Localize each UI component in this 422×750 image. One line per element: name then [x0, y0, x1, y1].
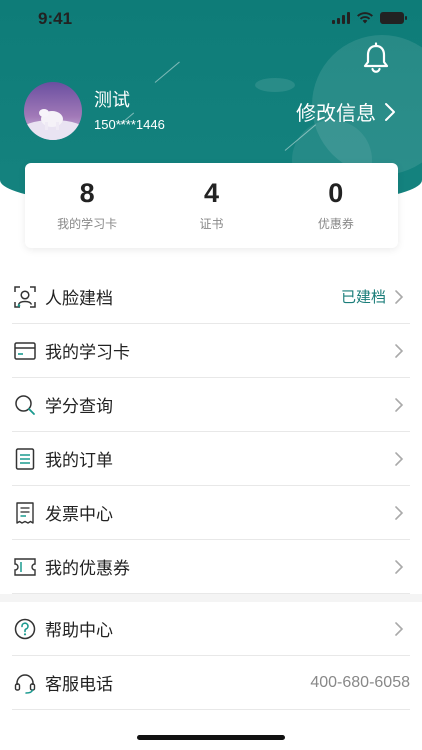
invoice-icon	[14, 501, 36, 524]
battery-icon	[380, 12, 407, 24]
chevron-right-icon	[395, 621, 404, 636]
user-name: 测试	[94, 90, 130, 111]
stat-value: 8	[79, 178, 95, 208]
menu-item-learning-card[interactable]: 我的学习卡	[12, 324, 410, 378]
stat-learning-cards[interactable]: 8 我的学习卡	[25, 163, 149, 248]
stat-certificates[interactable]: 4 证书	[149, 163, 273, 248]
chevron-right-icon	[395, 559, 404, 574]
edit-info-button[interactable]: 修改信息	[296, 97, 396, 126]
chevron-right-icon	[395, 343, 404, 358]
stat-value: 0	[328, 178, 344, 208]
stat-label: 优惠券	[317, 217, 354, 231]
status-icons	[332, 12, 407, 24]
menu-item-label: 我的学习卡	[45, 343, 130, 363]
search-icon	[14, 394, 36, 416]
menu-item-label: 我的订单	[45, 451, 113, 471]
wifi-icon	[357, 12, 373, 24]
menu-item-orders[interactable]: 我的订单	[12, 432, 410, 486]
avatar-image	[24, 82, 82, 140]
decor-circle	[255, 78, 295, 92]
stat-value: 4	[203, 178, 219, 208]
menu-item-my-coupons[interactable]: 我的优惠券	[12, 540, 410, 594]
section-divider	[0, 594, 422, 602]
order-list-icon	[14, 447, 36, 470]
menu-item-label: 帮助中心	[45, 621, 113, 641]
chevron-right-icon	[395, 451, 404, 466]
home-indicator	[137, 735, 285, 740]
stat-label: 证书	[199, 217, 224, 231]
status-time: 9:41	[38, 9, 73, 28]
chevron-right-icon	[385, 102, 395, 121]
stat-label: 我的学习卡	[57, 217, 118, 231]
menu-item-label: 学分查询	[45, 397, 113, 417]
menu-item-credit-query[interactable]: 学分查询	[12, 378, 410, 432]
coupon-icon	[14, 556, 36, 578]
menu-primary: 人脸建档 已建档 我的学习卡 学分查询 我的订单 发票中心 我的优惠券	[12, 270, 410, 594]
avatar[interactable]	[24, 82, 82, 140]
stat-coupons[interactable]: 0 优惠券	[274, 163, 398, 248]
edit-info-label: 修改信息	[296, 101, 376, 125]
chevron-right-icon	[395, 289, 404, 304]
menu-item-label: 客服电话	[45, 675, 113, 695]
user-phone: 150****1446	[94, 117, 165, 132]
chevron-right-icon	[395, 505, 404, 520]
face-archive-status: 已建档	[340, 288, 386, 306]
menu-item-label: 我的优惠券	[45, 559, 130, 579]
menu-item-face-archive[interactable]: 人脸建档 已建档	[12, 270, 410, 324]
menu-item-invoice-center[interactable]: 发票中心	[12, 486, 410, 540]
card-icon	[14, 340, 36, 362]
signal-icon	[332, 12, 350, 24]
notification-bell-icon[interactable]	[360, 42, 392, 74]
status-bar: 9:41	[0, 0, 422, 40]
service-phone-number[interactable]: 400-680-6058	[310, 674, 410, 692]
menu-item-label: 发票中心	[45, 505, 113, 525]
menu-item-help-center[interactable]: 帮助中心	[12, 602, 410, 656]
face-scan-icon	[14, 285, 36, 308]
menu-item-customer-service[interactable]: 客服电话 400-680-6058	[12, 656, 410, 710]
decor-line	[154, 61, 180, 83]
chevron-right-icon	[395, 397, 404, 412]
headset-icon	[14, 672, 36, 694]
menu-item-label: 人脸建档	[45, 289, 113, 309]
stats-card: 8 我的学习卡 4 证书 0 优惠券	[25, 163, 398, 248]
menu-secondary: 帮助中心 客服电话 400-680-6058	[12, 602, 410, 710]
help-icon	[14, 618, 36, 640]
